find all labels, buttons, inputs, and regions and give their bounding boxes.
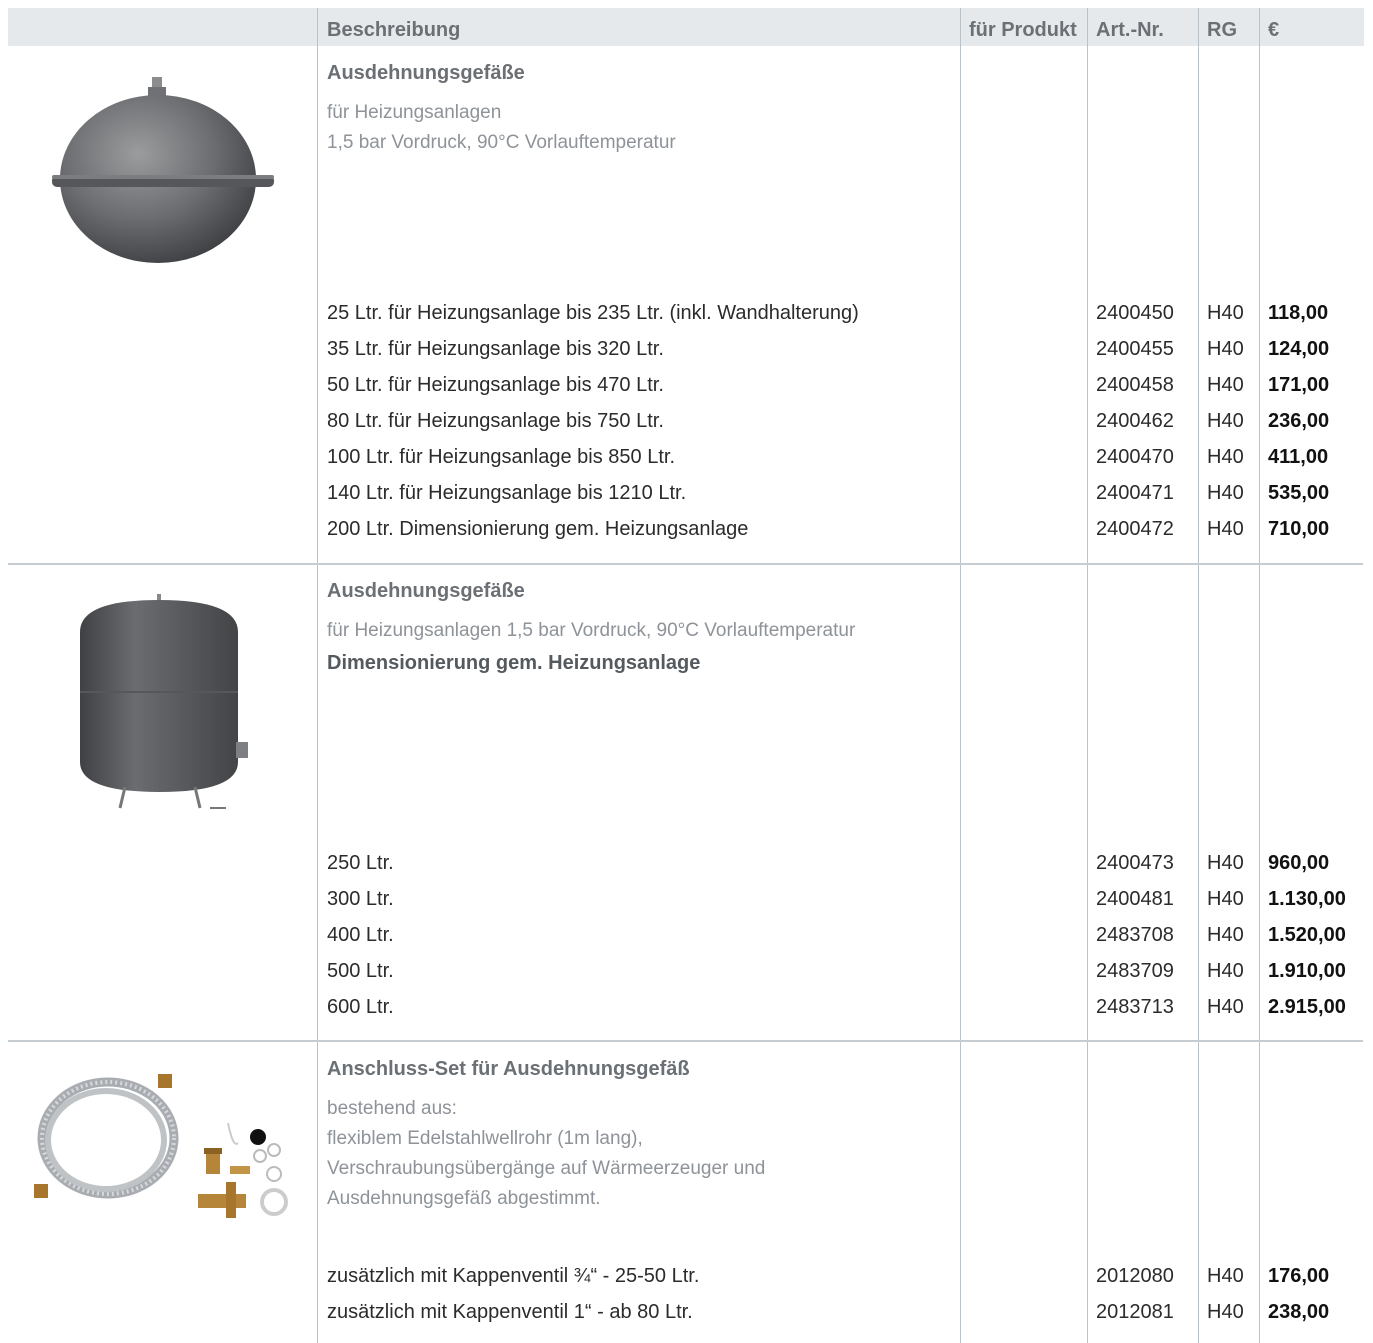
header-art-nr: Art.-Nr. xyxy=(1096,19,1164,41)
table-row: 80 Ltr. für Heizungsanlage bis 750 Ltr. … xyxy=(0,404,1373,440)
row-price: 236,00 xyxy=(1268,410,1330,432)
row-rg: H40 xyxy=(1207,1265,1244,1287)
table-row: 200 Ltr. Dimensionierung gem. Heizungsan… xyxy=(0,512,1373,548)
row-article-number: 2400450 xyxy=(1096,302,1174,324)
row-rg: H40 xyxy=(1207,302,1244,324)
row-article-number: 2400470 xyxy=(1096,446,1174,468)
row-article-number: 2012081 xyxy=(1096,1301,1174,1323)
row-description: 50 Ltr. für Heizungsanlage bis 470 Ltr. xyxy=(327,374,664,396)
row-article-number: 2400472 xyxy=(1096,518,1174,540)
section-title: Ausdehnungsgefäße xyxy=(327,62,525,84)
column-divider xyxy=(1259,8,1260,1343)
description-line: flexiblem Edelstahlwellrohr (1m lang), xyxy=(327,1128,643,1149)
row-price: 1.910,00 xyxy=(1268,960,1346,982)
row-description: 500 Ltr. xyxy=(327,960,394,982)
header-beschreibung: Beschreibung xyxy=(327,19,461,41)
section-title: Ausdehnungsgefäße xyxy=(327,580,525,602)
section-description: für Heizungsanlagen 1,5 bar Vordruck, 90… xyxy=(327,98,676,158)
row-article-number: 2483708 xyxy=(1096,924,1174,946)
row-price: 960,00 xyxy=(1268,852,1330,874)
table-row: 600 Ltr. 2483713 H40 2.915,00 xyxy=(0,990,1373,1026)
row-rg: H40 xyxy=(1207,924,1244,946)
row-price: 124,00 xyxy=(1268,338,1330,360)
row-description: 140 Ltr. für Heizungsanlage bis 1210 Ltr… xyxy=(327,482,687,504)
row-description: 80 Ltr. für Heizungsanlage bis 750 Ltr. xyxy=(327,410,664,432)
row-rg: H40 xyxy=(1207,1301,1244,1323)
row-price: 118,00 xyxy=(1268,302,1329,324)
table-row: 50 Ltr. für Heizungsanlage bis 470 Ltr. … xyxy=(0,368,1373,404)
row-rg: H40 xyxy=(1207,996,1244,1018)
table-row: 25 Ltr. für Heizungsanlage bis 235 Ltr. … xyxy=(0,296,1373,332)
section-description-bold: Dimensionierung gem. Heizungsanlage xyxy=(327,652,701,674)
row-article-number: 2400458 xyxy=(1096,374,1174,396)
row-rg: H40 xyxy=(1207,374,1244,396)
row-rg: H40 xyxy=(1207,888,1244,910)
row-rg: H40 xyxy=(1207,852,1244,874)
description-line: für Heizungsanlagen 1,5 bar Vordruck, 90… xyxy=(327,620,856,641)
table-row: 250 Ltr. 2400473 H40 960,00 xyxy=(0,846,1373,882)
row-article-number: 2012080 xyxy=(1096,1265,1174,1287)
header-fuer-produkt: für Produkt xyxy=(969,19,1077,41)
row-article-number: 2483709 xyxy=(1096,960,1174,982)
row-price: 710,00 xyxy=(1268,518,1330,540)
row-rg: H40 xyxy=(1207,960,1244,982)
table-row: zusätzlich mit Kappenventil ¾“ - 25-50 L… xyxy=(0,1259,1373,1295)
table-row: 35 Ltr. für Heizungsanlage bis 320 Ltr. … xyxy=(0,332,1373,368)
description-line: Verschraubungsübergänge auf Wärmeerzeuge… xyxy=(327,1158,766,1179)
row-description: zusätzlich mit Kappenventil ¾“ - 25-50 L… xyxy=(327,1265,700,1287)
row-description: 600 Ltr. xyxy=(327,996,394,1018)
description-line: bestehend aus: xyxy=(327,1098,457,1119)
description-line: Ausdehnungsgefäß abgestimmt. xyxy=(327,1188,601,1209)
section-description: für Heizungsanlagen 1,5 bar Vordruck, 90… xyxy=(327,616,855,646)
row-article-number: 2400462 xyxy=(1096,410,1174,432)
column-divider xyxy=(1198,8,1199,1343)
table-row: zusätzlich mit Kappenventil 1“ - ab 80 L… xyxy=(0,1295,1373,1331)
section-divider xyxy=(8,563,1363,565)
table-row: 500 Ltr. 2483709 H40 1.910,00 xyxy=(0,954,1373,990)
column-divider xyxy=(317,8,318,1343)
row-article-number: 2400481 xyxy=(1096,888,1174,910)
table-row: 300 Ltr. 2400481 H40 1.130,00 xyxy=(0,882,1373,918)
row-description: 100 Ltr. für Heizungsanlage bis 850 Ltr. xyxy=(327,446,676,468)
section-divider xyxy=(8,1040,1363,1042)
header-rg: RG xyxy=(1207,19,1237,41)
row-price: 176,00 xyxy=(1268,1265,1330,1287)
row-rg: H40 xyxy=(1207,410,1244,432)
table-row: 100 Ltr. für Heizungsanlage bis 850 Ltr.… xyxy=(0,440,1373,476)
column-divider xyxy=(960,8,961,1343)
section-title: Anschluss-Set für Ausdehnungsgefäß xyxy=(327,1058,690,1080)
row-article-number: 2400473 xyxy=(1096,852,1174,874)
row-price: 2.915,00 xyxy=(1268,996,1346,1018)
row-description: 250 Ltr. xyxy=(327,852,394,874)
row-description: zusätzlich mit Kappenventil 1“ - ab 80 L… xyxy=(327,1301,693,1323)
row-rg: H40 xyxy=(1207,338,1244,360)
row-rg: H40 xyxy=(1207,482,1244,504)
row-rg: H40 xyxy=(1207,518,1244,540)
column-divider xyxy=(1087,8,1088,1343)
row-description: 25 Ltr. für Heizungsanlage bis 235 Ltr. … xyxy=(327,302,859,324)
row-rg: H40 xyxy=(1207,446,1244,468)
description-line: 1,5 bar Vordruck, 90°C Vorlauftemperatur xyxy=(327,132,676,153)
table-row: 140 Ltr. für Heizungsanlage bis 1210 Ltr… xyxy=(0,476,1373,512)
row-description: 300 Ltr. xyxy=(327,888,394,910)
expansion-vessel-wall-mounted-image xyxy=(50,75,278,265)
description-line: für Heizungsanlagen xyxy=(327,102,502,123)
connection-set-hose-fittings-image xyxy=(28,1068,290,1228)
row-price: 1.130,00 xyxy=(1268,888,1346,910)
section-description: bestehend aus: flexiblem Edelstahlwellro… xyxy=(327,1094,765,1214)
row-price: 535,00 xyxy=(1268,482,1330,504)
row-article-number: 2483713 xyxy=(1096,996,1174,1018)
row-price: 171,00 xyxy=(1268,374,1330,396)
row-price: 238,00 xyxy=(1268,1301,1330,1323)
row-description: 35 Ltr. für Heizungsanlage bis 320 Ltr. xyxy=(327,338,664,360)
row-price: 411,00 xyxy=(1268,446,1329,468)
row-description: 400 Ltr. xyxy=(327,924,394,946)
row-description: 200 Ltr. Dimensionierung gem. Heizungsan… xyxy=(327,518,749,540)
row-price: 1.520,00 xyxy=(1268,924,1346,946)
row-article-number: 2400455 xyxy=(1096,338,1174,360)
header-currency: € xyxy=(1268,19,1280,41)
row-article-number: 2400471 xyxy=(1096,482,1174,504)
table-row: 400 Ltr. 2483708 H40 1.520,00 xyxy=(0,918,1373,954)
expansion-vessel-floor-standing-image xyxy=(70,592,260,812)
